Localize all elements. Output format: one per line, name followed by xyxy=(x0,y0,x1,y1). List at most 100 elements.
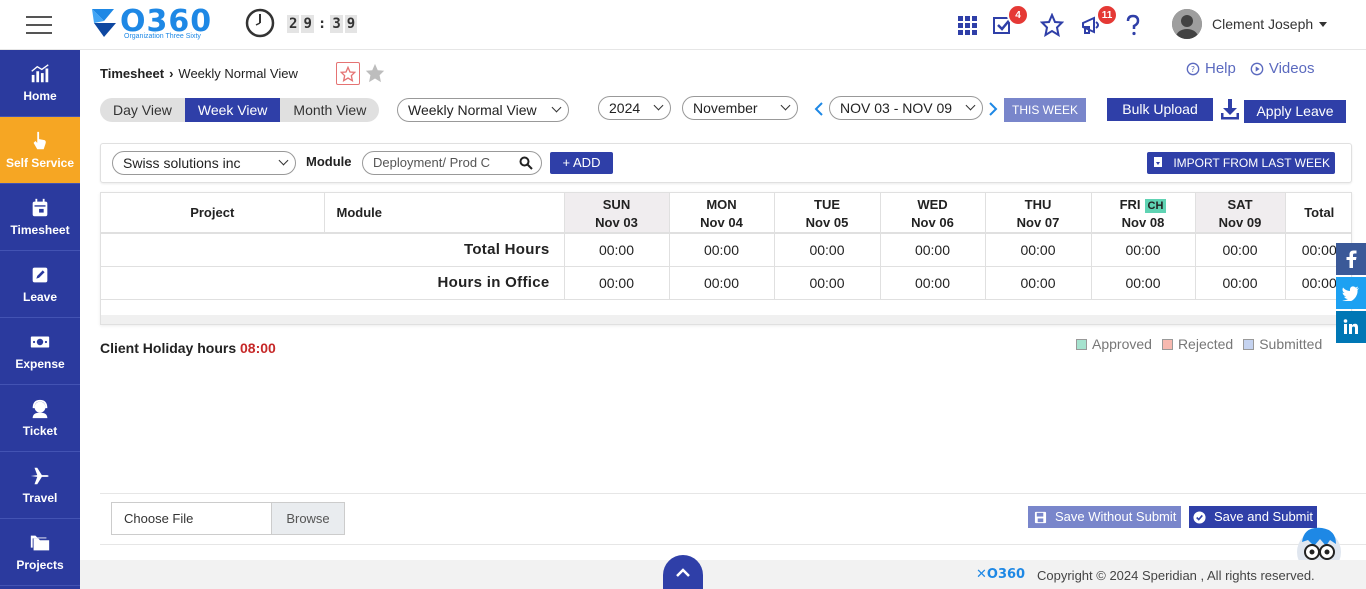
add-label: ADD xyxy=(573,155,601,170)
client-holiday-badge: CH xyxy=(1144,198,1167,213)
choose-file-field[interactable]: Choose File xyxy=(112,503,271,534)
table-cell: 00:00 xyxy=(880,266,986,300)
day-name: TUE xyxy=(814,196,840,212)
clock-icon[interactable] xyxy=(245,8,275,38)
save-without-submit-button[interactable]: Save Without Submit xyxy=(1028,506,1181,528)
timer-colon: : xyxy=(317,16,327,32)
day-name: MON xyxy=(706,196,737,212)
help-links: ? Help Videos xyxy=(1186,60,1328,77)
day-header-mon: MON Nov 04 xyxy=(669,193,775,234)
timer-digit: 2 xyxy=(287,15,300,33)
social-links xyxy=(1336,243,1366,345)
breadcrumb: Timesheet › Weekly Normal View xyxy=(100,66,298,81)
breadcrumb-parent[interactable]: Timesheet xyxy=(100,66,164,81)
horizontal-scrollbar[interactable] xyxy=(101,315,1351,324)
facebook-icon[interactable] xyxy=(1336,243,1366,275)
module-search-input[interactable]: Deployment/ Prod C xyxy=(362,151,542,175)
week-range-select[interactable]: NOV 03 - NOV 09 xyxy=(829,96,983,120)
announcements-button[interactable]: 11 xyxy=(1080,4,1118,37)
status-legend: Approved Rejected Submitted xyxy=(1076,336,1332,352)
star-icon[interactable] xyxy=(1040,13,1064,37)
previous-week-icon[interactable] xyxy=(814,102,824,116)
legend-label: Approved xyxy=(1092,336,1152,352)
total-header: Total xyxy=(1285,193,1351,234)
chevron-down-icon xyxy=(551,102,562,113)
view-type-select[interactable]: Weekly Normal View xyxy=(397,98,569,122)
user-menu[interactable]: Clement Joseph xyxy=(1172,9,1328,39)
browse-button[interactable]: Browse xyxy=(271,503,344,534)
client-select[interactable]: Swiss solutions inc xyxy=(112,151,296,175)
app-logo[interactable]: O360 Organization Three Sixty xyxy=(90,7,212,43)
timesheet-table: Project Module SUN Nov 03 MON Nov 04 TUE No… xyxy=(101,193,1351,300)
search-icon[interactable] xyxy=(519,156,533,170)
sidebar-item-label: Projects xyxy=(16,558,64,572)
day-name: WED xyxy=(917,196,948,212)
apps-grid-icon[interactable] xyxy=(955,13,979,37)
sidebar-item-leave[interactable]: Leave xyxy=(0,251,80,318)
footer-logo: ✕O360 xyxy=(976,567,1025,582)
star-filled-icon[interactable] xyxy=(364,62,386,84)
table-cell: 00:00 xyxy=(669,233,775,267)
footer-logo-text: O360 xyxy=(986,567,1026,582)
file-upload[interactable]: Choose File Browse xyxy=(111,502,345,535)
download-icon[interactable] xyxy=(1220,98,1240,120)
star-outline-icon xyxy=(340,65,356,82)
table-cell: 00:00 xyxy=(1195,233,1286,267)
day-header-tue: TUE Nov 05 xyxy=(774,193,881,234)
menu-toggle-icon[interactable] xyxy=(26,16,52,34)
day-view-tab[interactable]: Day View xyxy=(100,98,185,122)
headset-icon xyxy=(32,399,48,419)
bulk-upload-button[interactable]: Bulk Upload xyxy=(1107,98,1213,121)
linkedin-icon[interactable] xyxy=(1336,311,1366,343)
plane-icon xyxy=(30,467,49,485)
help-link[interactable]: ? Help xyxy=(1186,60,1236,77)
sidebar-item-expense[interactable]: Expense xyxy=(0,318,80,385)
sidebar-item-travel[interactable]: Travel xyxy=(0,452,80,519)
table-cell: 00:00 xyxy=(564,233,670,267)
videos-label: Videos xyxy=(1268,60,1315,77)
day-header-thu: THU Nov 07 xyxy=(985,193,1092,234)
save-icon xyxy=(1034,511,1047,523)
module-label: Module xyxy=(306,154,352,169)
scroll-to-top-button[interactable] xyxy=(663,555,703,589)
this-week-button[interactable]: THIS WEEK xyxy=(1004,98,1086,122)
sidebar-item-projects[interactable]: Projects xyxy=(0,519,80,586)
sidebar-item-ticket[interactable]: Ticket xyxy=(0,385,80,452)
legend-label: Submitted xyxy=(1259,336,1323,352)
legend-swatch xyxy=(1076,338,1087,350)
plus-icon: + xyxy=(562,155,571,170)
week-view-tab[interactable]: Week View xyxy=(184,98,281,122)
chevron-down-icon xyxy=(965,100,976,111)
month-value: November xyxy=(693,100,758,116)
hand-pointer-icon xyxy=(33,131,46,150)
day-name: THU xyxy=(1024,196,1052,212)
next-week-icon[interactable] xyxy=(988,102,998,116)
footer-logo-mark-icon: ✕ xyxy=(976,567,987,582)
calendar-icon xyxy=(32,198,48,217)
avatar xyxy=(1172,9,1202,39)
videos-link[interactable]: Videos xyxy=(1250,60,1315,77)
day-header-sat: SAT Nov 09 xyxy=(1195,193,1286,234)
folders-icon xyxy=(30,535,50,551)
day-date: Nov 06 xyxy=(911,214,954,230)
timesheet-table-wrap: Project Module SUN Nov 03 MON Nov 04 TUE No… xyxy=(100,192,1352,325)
apply-leave-button[interactable]: Apply Leave xyxy=(1244,100,1346,123)
add-button[interactable]: + ADD xyxy=(550,152,613,174)
sidebar-item-self-service[interactable]: Self Service xyxy=(0,117,80,184)
tasks-badge: 4 xyxy=(1007,4,1029,26)
client-holiday-hours: Client Holiday hours 08:00 xyxy=(100,340,276,356)
week-range-value: NOV 03 - NOV 09 xyxy=(840,100,953,116)
favorite-button[interactable] xyxy=(336,62,360,85)
year-select[interactable]: 2024 xyxy=(598,96,671,120)
month-select[interactable]: November xyxy=(682,96,798,120)
sidebar-item-home[interactable]: Home xyxy=(0,50,80,117)
sidebar-item-timesheet[interactable]: Timesheet xyxy=(0,184,80,251)
tasks-button[interactable]: 4 xyxy=(991,4,1029,37)
question-icon[interactable] xyxy=(1121,13,1145,37)
import-last-week-button[interactable]: IMPORT FROM LAST WEEK xyxy=(1147,152,1335,174)
table-cell: 00:00 xyxy=(564,266,670,300)
month-view-tab[interactable]: Month View xyxy=(280,98,379,122)
sidebar-item-label: Leave xyxy=(22,290,58,304)
day-date: Nov 04 xyxy=(700,214,743,230)
twitter-icon[interactable] xyxy=(1336,277,1366,309)
